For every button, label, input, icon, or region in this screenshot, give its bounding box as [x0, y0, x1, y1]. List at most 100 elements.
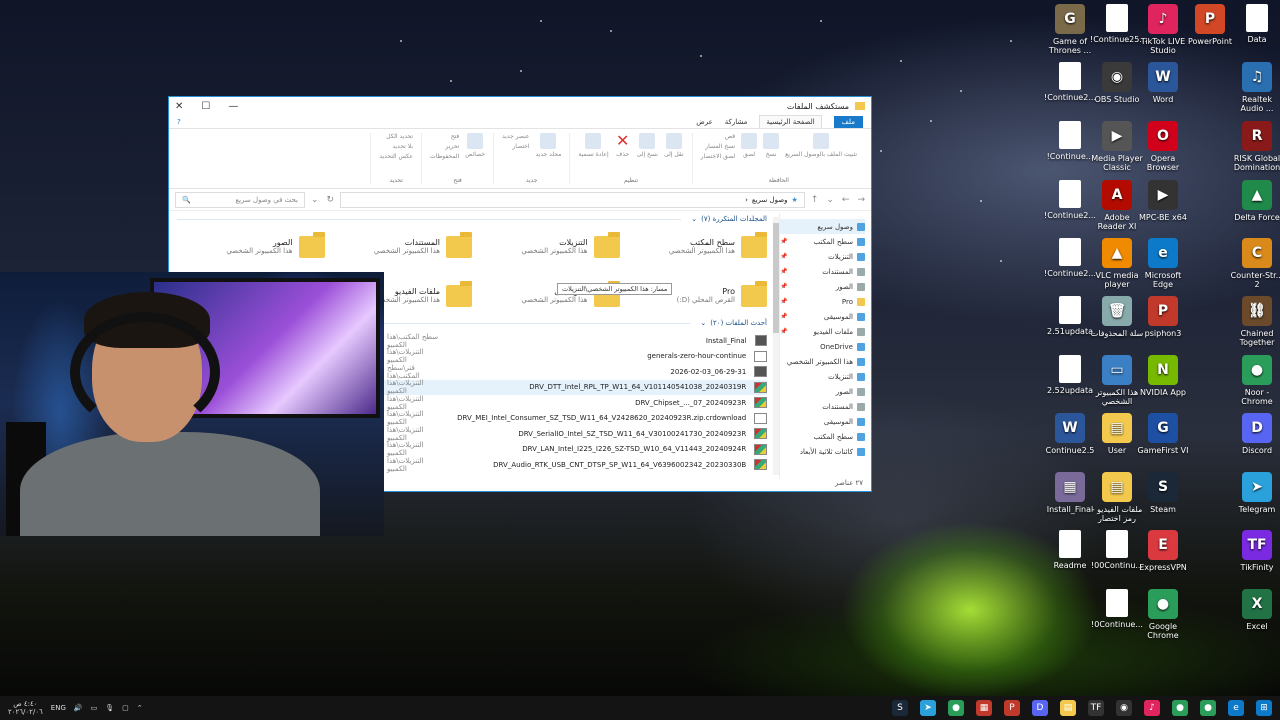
- nav-item[interactable]: Pro 📌: [780, 294, 865, 309]
- desktop-icon[interactable]: !Continue2...: [1043, 238, 1097, 278]
- ribbon-small-button[interactable]: لصق الاختصار: [701, 153, 735, 160]
- chrome2-app-icon[interactable]: ●: [1172, 700, 1188, 716]
- back-arrow-icon[interactable]: →: [857, 195, 865, 205]
- nav-item[interactable]: التنزيلات: [780, 369, 865, 384]
- ribbon-button[interactable]: نسخ: [763, 133, 780, 160]
- ribbon-button[interactable]: مجلد جديد: [536, 133, 561, 158]
- chevron-up-icon[interactable]: ⌃: [137, 704, 143, 712]
- desktop-icon[interactable]: ➤ Telegram: [1230, 472, 1280, 514]
- volume-icon[interactable]: 🔊: [74, 704, 83, 712]
- desktop-icon[interactable]: 2.51updata: [1043, 296, 1097, 336]
- title-bar[interactable]: ✕ ☐ — مستكشف الملفات: [169, 97, 871, 115]
- desktop-icon[interactable]: !Continue...: [1043, 121, 1097, 161]
- desktop-icon[interactable]: W Word: [1136, 62, 1190, 104]
- telegram-app-icon[interactable]: ➤: [920, 700, 936, 716]
- desktop-icon[interactable]: ♫ Realtek Audio ...: [1230, 62, 1280, 113]
- edge-app-icon[interactable]: e: [1228, 700, 1244, 716]
- desktop-icon[interactable]: Readme: [1043, 530, 1097, 570]
- nav-item[interactable]: التنزيلات 📌: [780, 249, 865, 264]
- ribbon-small-button[interactable]: نسخ المسار: [701, 143, 735, 150]
- frequent-folders-header[interactable]: المجلدات المتكررة (٧) ⌄: [177, 213, 767, 225]
- mic-icon[interactable]: 🎙: [105, 704, 114, 712]
- nav-item[interactable]: الموسيقى: [780, 414, 865, 429]
- clock[interactable]: ٤:٤٠ ص ٢٠٢٦/٠٢/٠٦: [8, 700, 43, 716]
- desktop-icon[interactable]: e Microsoft Edge: [1136, 238, 1190, 289]
- ribbon-button[interactable]: ✕ حذف: [615, 133, 631, 159]
- desktop-icon[interactable]: G Game of Thrones ...: [1043, 4, 1097, 55]
- ribbon-button[interactable]: لصق: [741, 133, 758, 160]
- desktop-icon[interactable]: X Excel: [1230, 589, 1280, 631]
- chevron-down-icon[interactable]: ⌄: [311, 195, 319, 205]
- minimize-icon[interactable]: —: [228, 101, 238, 112]
- ribbon-small-button[interactable]: اختصار: [502, 143, 529, 150]
- desktop-icon[interactable]: !Continue2...: [1043, 62, 1097, 102]
- ribbon-small-button[interactable]: فتح: [430, 133, 460, 140]
- maximize-icon[interactable]: ☐: [201, 101, 210, 112]
- ribbon-small-button[interactable]: عنصر جديد: [502, 133, 530, 140]
- desktop-icon[interactable]: ♪ TikTok LIVE Studio: [1136, 4, 1190, 55]
- psiphon-app-icon[interactable]: P: [1004, 700, 1020, 716]
- desktop-icon[interactable]: ▲ Delta Force: [1230, 180, 1280, 222]
- folder-tile[interactable]: Pro القرص المحلي (D:): [620, 274, 767, 317]
- chevron-down-icon[interactable]: ⌄: [826, 195, 834, 205]
- tab-home[interactable]: الصفحة الرئيسية: [759, 115, 822, 128]
- desktop-icon[interactable]: ● Google Chrome: [1136, 589, 1190, 640]
- windows-start-icon[interactable]: ⊞: [1256, 700, 1272, 716]
- ribbon-button[interactable]: خصائص: [465, 133, 485, 160]
- desktop-icon[interactable]: C Counter-Str... 2: [1230, 238, 1280, 289]
- help-icon[interactable]: ?: [177, 118, 181, 126]
- folder-tile[interactable]: الصور هذا الكمبيوتر الشخصي: [177, 225, 325, 268]
- network-icon[interactable]: ▭: [91, 704, 98, 712]
- explorer-app-icon[interactable]: ▤: [1060, 700, 1076, 716]
- nav-item[interactable]: كائنات ثلاثية الأبعاد: [780, 444, 865, 459]
- desktop-icon[interactable]: R RISK Global Domination: [1230, 121, 1280, 172]
- desktop-icon[interactable]: O Opera Browser: [1136, 121, 1190, 172]
- nav-item[interactable]: هذا الكمبيوتر الشخصي: [780, 354, 865, 369]
- refresh-icon[interactable]: ↻: [327, 195, 335, 205]
- obs-app-icon[interactable]: ◉: [1116, 700, 1132, 716]
- desktop-icon[interactable]: ▦ Install_Final: [1043, 472, 1097, 514]
- search-input[interactable]: 🔍 بحث في وصول سريع: [175, 191, 305, 208]
- desktop-icon[interactable]: Data: [1230, 4, 1280, 44]
- nav-item[interactable]: وصول سريع: [780, 219, 865, 234]
- address-input[interactable]: › وصول سريع ★: [340, 191, 805, 208]
- tab-view[interactable]: عرض: [696, 118, 713, 126]
- forward-arrow-icon[interactable]: ←: [842, 195, 850, 205]
- desktop-icon[interactable]: D Discord: [1230, 413, 1280, 455]
- desktop-icon[interactable]: 2.52updata: [1043, 355, 1097, 395]
- desktop-icon[interactable]: ▶ MPC-BE x64: [1136, 180, 1190, 222]
- ribbon-small-button[interactable]: تحرير: [430, 143, 459, 150]
- desktop-icon[interactable]: G GameFirst VI: [1136, 413, 1190, 455]
- desktop-icon[interactable]: N NVIDIA App: [1136, 355, 1190, 397]
- tray-icon[interactable]: ▢: [122, 704, 129, 712]
- nav-item[interactable]: الصور: [780, 384, 865, 399]
- ribbon-button[interactable]: تثبيت الملف بالوصول السريع: [785, 133, 857, 160]
- language-indicator[interactable]: ENG: [51, 704, 66, 712]
- ribbon-small-button[interactable]: تحديد الكل: [379, 133, 413, 140]
- nav-item[interactable]: سطح المكتب 📌: [780, 234, 865, 249]
- up-arrow-icon[interactable]: ↑: [811, 195, 819, 205]
- desktop-icon[interactable]: W Continue2.5: [1043, 413, 1097, 455]
- desktop-icon[interactable]: ● Noor - Chrome: [1230, 355, 1280, 406]
- desktop-icon[interactable]: ⛓ Chained Together: [1230, 296, 1280, 347]
- tab-share[interactable]: مشاركة: [725, 118, 748, 126]
- folder-tile[interactable]: المستندات هذا الكمبيوتر الشخصي: [325, 225, 472, 268]
- nav-item[interactable]: الصور 📌: [780, 279, 865, 294]
- tikfinity-app-icon[interactable]: TF: [1088, 700, 1104, 716]
- folder-tile[interactable]: سطح المكتب هذا الكمبيوتر الشخصي: [620, 225, 767, 268]
- tab-file[interactable]: ملف: [833, 115, 863, 128]
- nav-item[interactable]: OneDrive: [780, 339, 865, 354]
- navigation-pane[interactable]: وصول سريع سطح المكتب 📌 التنزيلات 📌 المستندات 📌…: [779, 213, 871, 479]
- nav-item[interactable]: المستندات: [780, 399, 865, 414]
- ribbon-button[interactable]: إعادة تسمية: [578, 133, 609, 158]
- nav-item[interactable]: الموسيقى 📌: [780, 309, 865, 324]
- ribbon-small-button[interactable]: المحفوظات: [430, 153, 459, 160]
- windows-app-icon[interactable]: ▦: [976, 700, 992, 716]
- desktop-icon[interactable]: TF TikFinity: [1230, 530, 1280, 572]
- close-icon[interactable]: ✕: [175, 101, 183, 112]
- ribbon-button[interactable]: نسخ إلى: [637, 133, 658, 158]
- ribbon-small-button[interactable]: قص: [701, 133, 735, 140]
- desktop-icon[interactable]: S Steam: [1136, 472, 1190, 514]
- desktop-icon[interactable]: P PowerPoint: [1183, 4, 1237, 46]
- chrome-app-icon[interactable]: ●: [948, 700, 964, 716]
